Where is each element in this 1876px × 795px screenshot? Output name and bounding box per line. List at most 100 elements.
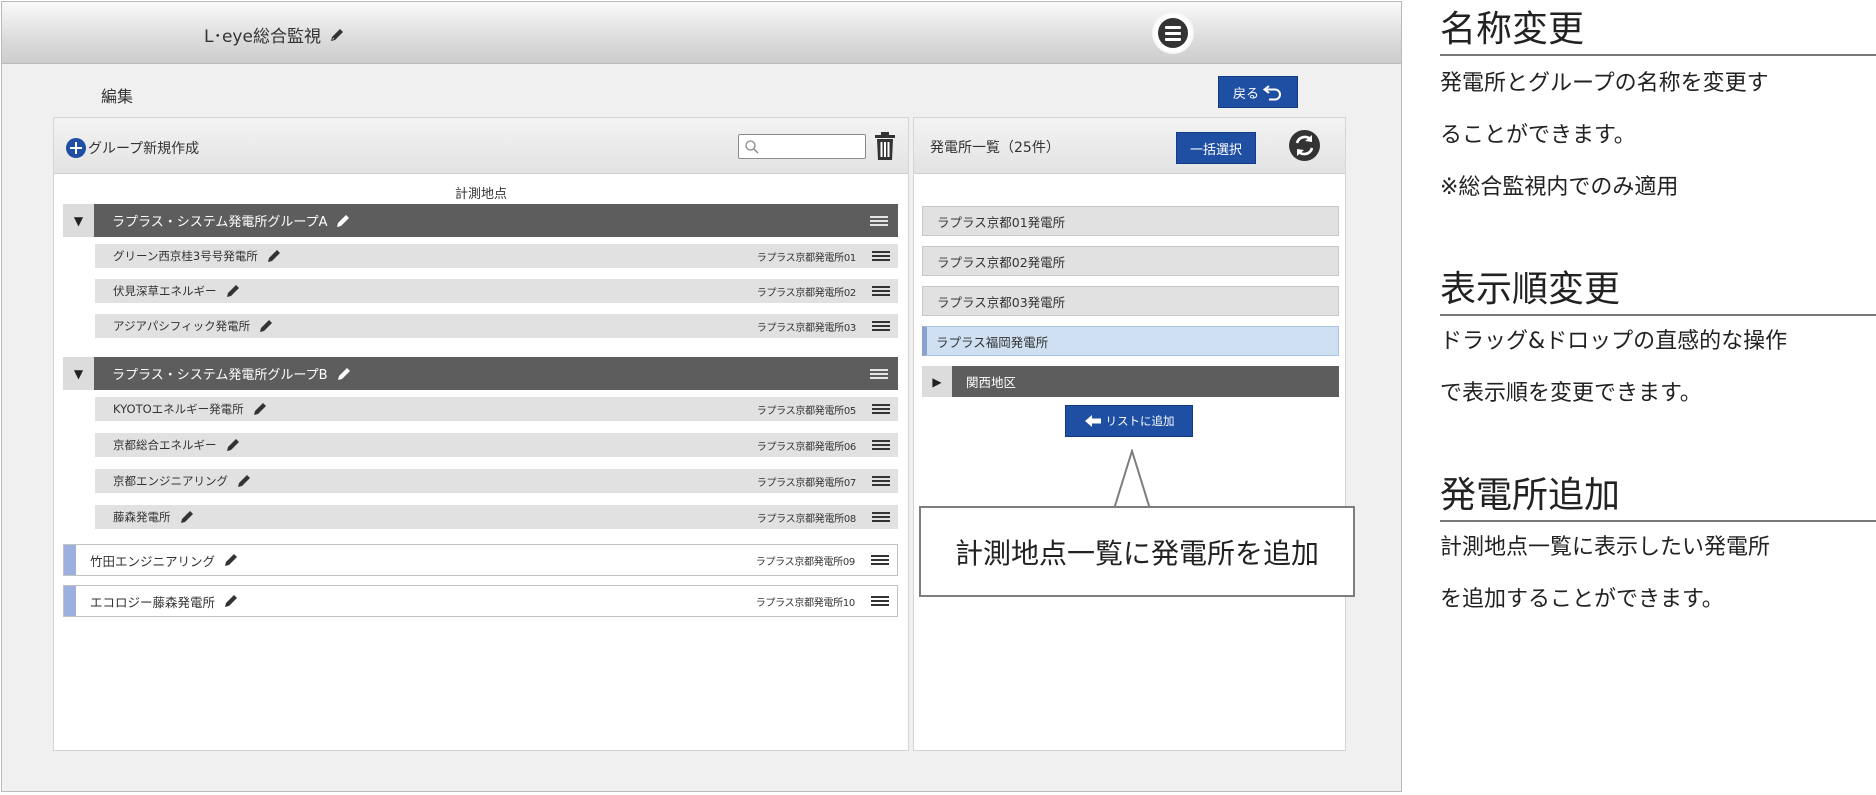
pencil-icon[interactable] (236, 473, 252, 489)
station-row[interactable]: 藤森発電所 ラプラス京都発電所08 (95, 505, 898, 529)
station-row[interactable]: 京都エンジニアリング ラプラス京都発電所07 (95, 469, 898, 493)
station-name: エコロジー藤森発電所 (90, 594, 216, 610)
station-code: ラプラス京都発電所10 (755, 597, 856, 609)
group-name-text: ラプラス・システム発電所グループB (112, 368, 328, 383)
station-list-item-name: ラプラス京都01発電所 (937, 214, 1066, 230)
station-code: ラプラス京都発電所07 (756, 477, 857, 489)
trash-icon[interactable] (874, 131, 896, 161)
station-name: 京都エンジニアリング (113, 474, 228, 488)
station-list-title: 発電所一覧（25件） (930, 140, 1060, 156)
station-name: 京都総合エネルギー (113, 438, 217, 452)
ungrouped-station-row[interactable]: エコロジー藤森発電所 ラプラス京都発電所10 (63, 585, 898, 617)
station-row[interactable]: アジアパシフィック発電所 ラプラス京都発電所03 (95, 314, 898, 338)
pencil-icon[interactable] (258, 318, 274, 334)
collapse-triangle-icon[interactable]: ▼ (63, 357, 94, 390)
station-code: ラプラス京都発電所06 (756, 441, 857, 453)
expand-triangle-icon[interactable]: ▶ (922, 366, 952, 397)
station-name: グリーン西京桂3号号発電所 (113, 249, 258, 263)
drag-handle-icon[interactable] (872, 251, 890, 261)
region-group-row[interactable]: ▶ 関西地区 (922, 366, 1339, 397)
station-name: KYOTOエネルギー発電所 (113, 402, 244, 416)
drag-handle-icon[interactable] (872, 321, 890, 331)
pencil-icon[interactable] (335, 213, 351, 229)
edit-title-pencil-icon[interactable] (329, 27, 345, 43)
callout-pointer (1113, 449, 1151, 509)
station-name: 竹田エンジニアリング (90, 553, 216, 569)
feature-heading: 発電所追加 (1440, 466, 1876, 522)
station-code: ラプラス京都発電所03 (756, 322, 857, 334)
pencil-icon[interactable] (266, 248, 282, 264)
station-name: アジアパシフィック発電所 (113, 319, 251, 333)
feature-text: ることができます。 (1440, 123, 1636, 148)
hamburger-menu-button[interactable] (1152, 12, 1194, 54)
pencil-icon[interactable] (252, 401, 268, 417)
feature-text: ※総合監視内でのみ適用 (1440, 175, 1679, 200)
hamburger-menu-icon (1158, 18, 1188, 48)
drag-handle-icon[interactable] (872, 440, 890, 450)
row-marker (64, 545, 76, 575)
feature-text: ドラッグ&ドロップの直感的な操作 (1440, 329, 1788, 354)
section-title: 計測地点 (454, 187, 507, 202)
station-list-item-name: ラプラス京都03発電所 (937, 294, 1066, 310)
drag-handle-icon[interactable] (872, 404, 890, 414)
station-list-item-name: ラプラス京都02発電所 (937, 254, 1066, 270)
station-code: ラプラス京都発電所05 (756, 405, 857, 417)
station-code: ラプラス京都発電所02 (756, 287, 857, 299)
plus-circle-icon (66, 138, 86, 158)
drag-handle-icon[interactable] (870, 368, 888, 379)
region-group-name: 関西地区 (966, 375, 1017, 390)
group-row[interactable]: ▼ ラプラス・システム発電所グループA (63, 204, 898, 237)
pencil-icon[interactable] (336, 366, 352, 382)
measurement-points-panel: グループ新規作成 計測地点 ▼ ラプラス・システム発電所グループA グリーン西京… (53, 117, 909, 751)
station-list-item-selected[interactable]: ラプラス福岡発電所 (922, 326, 1339, 356)
drag-handle-icon[interactable] (872, 476, 890, 486)
page-title: 編集 (101, 87, 134, 106)
app-window: L･eye総合監視 編集 戻る グループ新規作成 計測地点 ▼ ラプラス・システ… (1, 1, 1402, 792)
station-row[interactable]: 伏見深草エネルギー ラプラス京都発電所02 (95, 279, 898, 303)
refresh-icon[interactable] (1288, 129, 1321, 162)
drag-handle-icon[interactable] (872, 286, 890, 296)
collapse-triangle-icon[interactable]: ▼ (63, 204, 94, 237)
station-code: ラプラス京都発電所01 (756, 252, 857, 264)
group-name: ラプラス・システム発電所グループB (94, 357, 870, 390)
search-box[interactable] (738, 134, 866, 159)
station-list-item-name: ラプラス福岡発電所 (936, 334, 1049, 350)
station-list-item[interactable]: ラプラス京都03発電所 (922, 286, 1339, 316)
feature-text: 計測地点一覧に表示したい発電所 (1440, 535, 1771, 560)
search-icon (745, 140, 759, 154)
station-code: ラプラス京都発電所09 (755, 556, 856, 568)
group-row[interactable]: ▼ ラプラス・システム発電所グループB (63, 357, 898, 390)
ungrouped-station-row[interactable]: 竹田エンジニアリング ラプラス京都発電所09 (63, 544, 898, 576)
new-group-button[interactable]: グループ新規作成 (66, 138, 199, 158)
bulk-select-button[interactable]: 一括選択 (1176, 132, 1256, 164)
right-panel-header: 発電所一覧（25件） 一括選択 (914, 118, 1345, 174)
group-name: ラプラス・システム発電所グループA (94, 204, 870, 237)
pencil-icon[interactable] (223, 593, 239, 609)
drag-handle-icon[interactable] (871, 596, 889, 606)
add-to-list-button[interactable]: リストに追加 (1065, 405, 1193, 437)
drag-handle-icon[interactable] (871, 555, 889, 565)
station-list-panel: 発電所一覧（25件） 一括選択 ラプラス京都01発電所 ラプラス京都02発電所 … (913, 117, 1346, 751)
back-button[interactable]: 戻る (1218, 76, 1298, 108)
feature-reorder: 表示順変更 ドラッグ&ドロップの直感的な操作 で表示順を変更できます。 (1440, 260, 1876, 420)
drag-handle-icon[interactable] (870, 215, 888, 226)
drag-handle-icon[interactable] (872, 512, 890, 522)
station-list-item[interactable]: ラプラス京都01発電所 (922, 206, 1339, 236)
feature-text: を追加することができます。 (1440, 587, 1724, 612)
pencil-icon[interactable] (225, 283, 241, 299)
station-row[interactable]: KYOTOエネルギー発電所 ラプラス京都発電所05 (95, 397, 898, 421)
new-group-label: グループ新規作成 (88, 141, 200, 157)
station-name: 伏見深草エネルギー (113, 284, 217, 298)
feature-text: で表示順を変更できます。 (1440, 381, 1702, 406)
station-code: ラプラス京都発電所08 (756, 513, 857, 525)
station-name: 藤森発電所 (113, 510, 171, 524)
station-list-item[interactable]: ラプラス京都02発電所 (922, 246, 1339, 276)
station-row[interactable]: グリーン西京桂3号号発電所 ラプラス京都発電所01 (95, 244, 898, 268)
station-row[interactable]: 京都総合エネルギー ラプラス京都発電所06 (95, 433, 898, 457)
pencil-icon[interactable] (179, 509, 195, 525)
group-name-text: ラプラス・システム発電所グループA (112, 215, 328, 230)
pencil-icon[interactable] (223, 552, 239, 568)
app-title-text: L･eye総合監視 (204, 27, 321, 47)
feature-text: 発電所とグループの名称を変更す (1440, 71, 1769, 96)
pencil-icon[interactable] (225, 437, 241, 453)
